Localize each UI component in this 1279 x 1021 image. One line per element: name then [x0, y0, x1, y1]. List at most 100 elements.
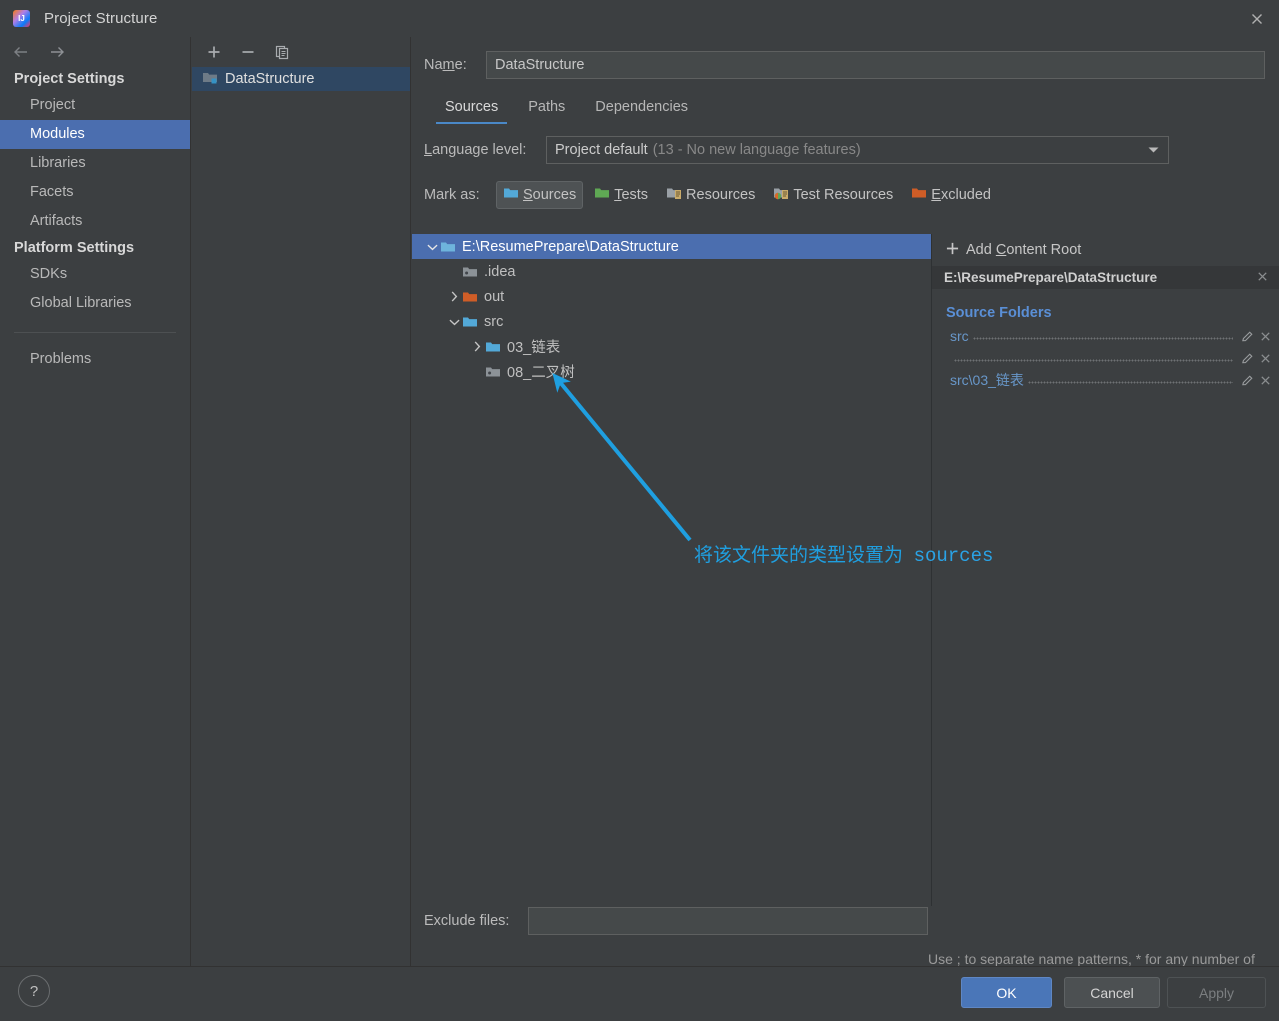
chevron-right-icon[interactable] [469, 339, 485, 355]
folder-orange-icon [462, 289, 478, 305]
module-item-label: DataStructure [225, 71, 315, 87]
chevron-down-icon[interactable] [446, 314, 462, 330]
folder-blue-icon [485, 339, 501, 355]
sidebar-group-project-settings: Project Settings [14, 71, 125, 87]
table-row[interactable]: out [412, 284, 931, 309]
source-folder-path[interactable]: src\03_链表 [950, 370, 1024, 390]
sidebar-item-global-libraries[interactable]: Global Libraries [0, 289, 190, 318]
copy-icon[interactable] [270, 40, 294, 64]
sidebar-group-platform-settings: Platform Settings [14, 240, 135, 256]
folder-blue-icon [440, 239, 456, 255]
sidebar-item-artifacts[interactable]: Artifacts [0, 207, 190, 236]
intellij-idea-logo-icon [13, 10, 30, 27]
exclude-files-input[interactable] [528, 907, 928, 935]
close-icon[interactable] [1257, 350, 1273, 366]
mark-as-test-resources-button[interactable]: Test Resources [766, 181, 900, 209]
settings-sidebar: Project Settings Project Modules Librari… [0, 37, 191, 966]
plus-icon[interactable] [202, 40, 226, 64]
window-title: Project Structure [44, 10, 158, 27]
sidebar-divider [14, 332, 176, 333]
apply-button[interactable]: Apply [1167, 977, 1266, 1008]
ok-button[interactable]: OK [961, 977, 1052, 1008]
modules-toolbar [192, 37, 410, 67]
chevron-down-icon[interactable] [424, 239, 440, 255]
source-folder-path[interactable]: src [950, 328, 969, 344]
sidebar-item-sdks[interactable]: SDKs [0, 260, 190, 289]
name-label: Name: [424, 57, 467, 73]
tree-item-label: E:\ResumePrepare\DataStructure [462, 238, 679, 255]
module-list-item-datastructure[interactable]: DataStructure [192, 67, 410, 91]
close-icon[interactable] [1234, 0, 1279, 37]
language-level-row: Language level: Project default (13 - No… [418, 136, 1169, 164]
twisty-placeholder [446, 264, 462, 280]
mark-as-tests-label: Tests [614, 187, 649, 203]
chevron-down-icon [1148, 142, 1159, 158]
folder-orange-icon [911, 185, 927, 205]
folder-test-resources-icon [773, 185, 789, 205]
tab-sources[interactable]: Sources [430, 95, 513, 124]
tree-item-label: out [484, 288, 505, 305]
list-item[interactable]: src [932, 325, 1279, 347]
sidebar-item-modules[interactable]: Modules [0, 120, 190, 149]
sidebar-nav-arrows [0, 37, 190, 67]
content-root-path: E:\ResumePrepare\DataStructure [944, 270, 1158, 285]
arrow-left-icon[interactable] [10, 41, 32, 63]
module-name-input[interactable] [486, 51, 1265, 79]
table-row[interactable]: 08_二叉树 [412, 359, 931, 384]
language-level-label: Language level: [424, 142, 527, 158]
sidebar-item-facets[interactable]: Facets [0, 178, 190, 207]
folder-resources-icon [666, 185, 682, 205]
mark-as-tests-button[interactable]: Tests [587, 181, 655, 209]
mark-as-excluded-label: Excluded [931, 187, 991, 203]
sidebar-item-project[interactable]: Project [0, 91, 190, 120]
dotted-separator [1027, 375, 1233, 385]
close-icon[interactable] [1256, 270, 1269, 286]
table-row[interactable]: E:\ResumePrepare\DataStructure [412, 234, 931, 259]
language-level-hint: (13 - No new language features) [652, 142, 861, 158]
title-bar: Project Structure [0, 0, 1279, 37]
dotted-separator [972, 331, 1233, 341]
list-item[interactable] [932, 347, 1279, 369]
content-roots-panel: Add Content Root E:\ResumePrepare\DataSt… [932, 234, 1279, 906]
pencil-icon[interactable] [1239, 350, 1255, 366]
sidebar-item-problems[interactable]: Problems [0, 345, 190, 374]
tab-paths[interactable]: Paths [513, 95, 580, 124]
tree-item-label: 08_二叉树 [507, 365, 575, 381]
sidebar-item-libraries[interactable]: Libraries [0, 149, 190, 178]
exclude-files-label: Exclude files: [424, 913, 510, 929]
chevron-right-icon[interactable] [446, 289, 462, 305]
add-content-root-button[interactable]: Add Content Root [932, 234, 1279, 266]
language-level-select[interactable]: Project default (13 - No new language fe… [546, 136, 1169, 164]
content-root-tree[interactable]: E:\ResumePrepare\DataStructure .idea out [412, 234, 931, 906]
mark-as-row: Mark as: Sources Tests Resources Test Re… [418, 181, 1279, 209]
mark-as-resources-button[interactable]: Resources [659, 181, 762, 209]
close-icon[interactable] [1257, 328, 1273, 344]
folder-blue-icon [503, 185, 519, 205]
mark-as-test-resources-label: Test Resources [793, 187, 894, 203]
tab-dependencies[interactable]: Dependencies [580, 95, 703, 124]
close-icon[interactable] [1257, 372, 1273, 388]
table-row[interactable]: .idea [412, 259, 931, 284]
table-row[interactable]: 03_链表 [412, 334, 931, 359]
arrow-right-icon[interactable] [46, 41, 68, 63]
mark-as-sources-button[interactable]: Sources [496, 181, 584, 209]
module-tabs: Sources Paths Dependencies [430, 95, 1279, 124]
cancel-button[interactable]: Cancel [1064, 977, 1160, 1008]
exclude-files-row: Exclude files: [418, 907, 938, 935]
mark-as-excluded-button[interactable]: Excluded [904, 181, 998, 209]
tree-item-label: src [484, 313, 504, 330]
pencil-icon[interactable] [1239, 328, 1255, 344]
list-item[interactable]: src\03_链表 [932, 369, 1279, 391]
folder-green-icon [594, 185, 610, 205]
dotted-separator [954, 353, 1233, 363]
tree-item-label: .idea [484, 263, 516, 280]
module-icon [202, 69, 218, 89]
modules-list-panel: DataStructure [192, 37, 411, 966]
language-level-value: Project default [555, 142, 648, 158]
minus-icon[interactable] [236, 40, 260, 64]
question-mark-icon[interactable]: ? [18, 975, 50, 1007]
pencil-icon[interactable] [1239, 372, 1255, 388]
add-content-root-label: Add Content Root [966, 242, 1082, 258]
table-row[interactable]: src [412, 309, 931, 334]
mark-as-resources-label: Resources [686, 187, 756, 203]
